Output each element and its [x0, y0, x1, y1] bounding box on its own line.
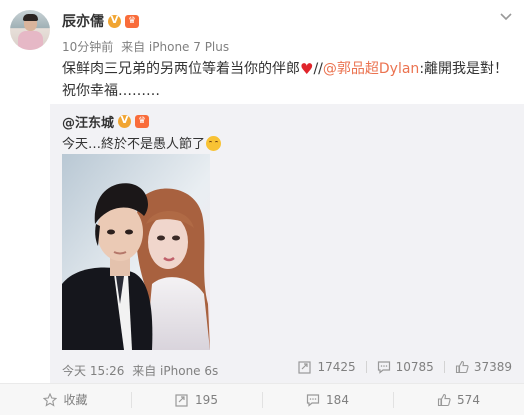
repost-photo[interactable]: [62, 154, 210, 350]
post-text-sep: //: [313, 61, 323, 77]
star-icon: [43, 392, 58, 407]
repost-text-body: 今天…終於不是愚人節了: [62, 137, 206, 152]
repost-author-name[interactable]: @汪东城: [62, 112, 114, 131]
reposted-post: @汪东城 V ♛ 今天…終於不是愚人節了 今天 15:26 来自 iPhone …: [50, 104, 524, 383]
like-icon: [437, 393, 451, 406]
divider: [443, 361, 445, 373]
verified-badge-icon: V: [108, 14, 121, 28]
divider: [365, 361, 367, 373]
favorite-button[interactable]: 收藏: [0, 384, 131, 415]
member-crown-icon: ♛: [135, 114, 150, 128]
repost-icon: [175, 393, 188, 407]
post-time[interactable]: 10分钟前: [62, 40, 113, 54]
forward-count: 195: [195, 392, 218, 407]
repost-time[interactable]: 今天 15:26: [62, 364, 124, 378]
repost-like-count[interactable]: 37389: [455, 360, 512, 374]
post-source: 来自 iPhone 7 Plus: [121, 40, 230, 54]
comment-icon: [377, 361, 390, 374]
author-name[interactable]: 辰亦儒: [62, 11, 104, 31]
weibo-post-card: 辰亦儒 V ♛ 10分钟前 来自 iPhone 7 Plus 保鲜肉三兄弟的另两…: [0, 0, 524, 415]
comment-icon: [306, 393, 320, 407]
repost-comment-count[interactable]: 10785: [377, 360, 434, 374]
repost-author-row: @汪东城 V ♛: [62, 112, 150, 131]
post-action-bar: 收藏 195 184 574: [0, 383, 524, 415]
repost-text: 今天…終於不是愚人節了: [62, 133, 222, 152]
author-avatar[interactable]: [10, 10, 50, 50]
repost-comment-label: 10785: [395, 360, 434, 374]
comment-button[interactable]: 184: [262, 384, 393, 415]
chevron-down-icon[interactable]: [500, 13, 512, 21]
repost-stats: 17425 10785 37389: [298, 360, 512, 374]
heart-icon: ♥: [300, 60, 314, 78]
repost-source: 来自 iPhone 6s: [132, 364, 219, 378]
repost-meta: 今天 15:26 来自 iPhone 6s: [62, 362, 222, 379]
forward-button[interactable]: 195: [131, 384, 262, 415]
repost-forward-count[interactable]: 17425: [298, 360, 356, 374]
verified-badge-icon: V: [118, 114, 132, 128]
like-icon: [455, 360, 469, 374]
author-row: 辰亦儒 V ♛: [62, 12, 139, 30]
like-button[interactable]: 574: [393, 384, 524, 415]
repost-icon: [298, 361, 312, 374]
repost-like-label: 37389: [473, 360, 512, 374]
like-count: 574: [457, 392, 480, 407]
repost-forward-label: 17425: [317, 360, 356, 374]
member-crown-icon: ♛: [125, 14, 139, 28]
post-meta: 10分钟前 来自 iPhone 7 Plus: [62, 38, 233, 55]
smile-emoji-icon: [206, 136, 222, 151]
post-text-body: 保鲜肉三兄弟的另两位等着当你的伴郎: [62, 61, 300, 77]
post-text: 保鲜肉三兄弟的另两位等着当你的伴郎♥//@郭品超Dylan:離開我是對！祝你幸福…: [62, 58, 512, 102]
favorite-label: 收藏: [63, 393, 88, 407]
comment-count: 184: [326, 392, 349, 407]
mention-link[interactable]: @郭品超Dylan: [323, 61, 419, 77]
